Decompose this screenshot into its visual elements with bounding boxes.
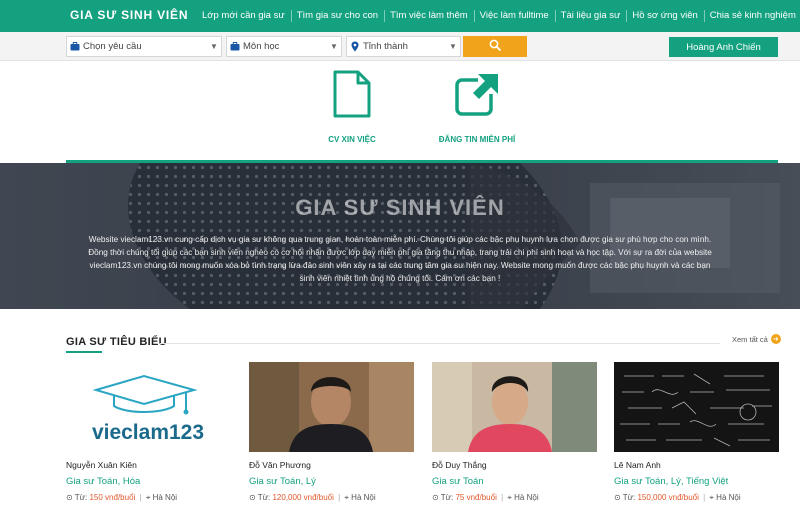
tutor-fee: 150 vnđ/buổi (89, 493, 136, 502)
vieclam123-logo-text: vieclam123 (92, 421, 204, 444)
search-button[interactable] (463, 36, 527, 57)
fee-label: Từ: (257, 493, 271, 502)
nav-part-time-jobs[interactable]: Tìm việc làm thêm (384, 0, 474, 32)
fee-label: Từ: (622, 493, 636, 502)
tutor-location: Hà Nội (351, 493, 376, 502)
external-link-icon (422, 70, 532, 123)
briefcase-icon (67, 42, 83, 51)
chevron-down-icon: ▼ (210, 42, 218, 51)
see-all-label: Xem tất cả (732, 334, 768, 344)
tutor-subjects: Gia sư Toán, Hóa (66, 476, 141, 487)
post-job-action-label: ĐĂNG TIN MIỄN PHÍ (438, 135, 516, 144)
nav-candidate-profiles[interactable]: Hồ sơ ứng viên (626, 0, 703, 32)
price-icon: ⊙ (432, 493, 439, 502)
tutor-card[interactable]: vieclam123 Nguyễn Xuân Kiên Gia sư Toán,… (66, 362, 231, 503)
tutor-meta: ⊙ Từ: 150,000 vnđ/buổi | ⌖ Hà Nội (614, 493, 779, 503)
location-icon: ⌖ (344, 493, 349, 502)
search-bar: Chọn yêu cầu ▼ Môn học ▼ Tỉnh thành ▼ Ho… (0, 32, 800, 61)
tutor-fee: 120,000 vnđ/buổi (272, 493, 334, 502)
tutor-subjects: Gia sư Toán, Lý, Tiếng Việt (614, 476, 729, 487)
tutor-fee: 150,000 vnđ/buổi (637, 493, 699, 502)
location-icon: ⌖ (145, 493, 151, 502)
hero-title: GIA SƯ SINH VIÊN (295, 195, 505, 220)
separator: | (338, 493, 341, 502)
post-job-action[interactable]: ĐĂNG TIN MIỄN PHÍ (422, 70, 532, 144)
nav-find-tutor[interactable]: Tìm gia sư cho con (290, 0, 384, 32)
cv-action[interactable]: CV XIN VIỆC (297, 70, 407, 144)
separator: | (501, 493, 504, 502)
cv-action-label: CV XIN VIỆC (328, 135, 376, 144)
tutor-name[interactable]: Nguyễn Xuân Kiên (66, 460, 231, 470)
nav-fulltime-jobs[interactable]: Việc làm fulltime (473, 0, 555, 32)
tutor-subjects: Gia sư Toán, Lý (249, 476, 316, 487)
province-select-value: Tỉnh thành (363, 41, 408, 52)
fee-label: Từ: (440, 493, 454, 502)
tutor-card[interactable]: Đỗ Văn Phương Gia sư Toán, Lý ⊙ Từ: 120,… (249, 362, 414, 503)
nav-tutor-documents[interactable]: Tài liệu gia sư (554, 0, 627, 32)
province-select[interactable]: Tỉnh thành ▼ (346, 36, 461, 57)
tutor-photo[interactable] (614, 362, 779, 452)
fee-label: Từ: (74, 493, 88, 502)
nav-share-experience[interactable]: Chia sẻ kinh nghiệm (703, 0, 800, 32)
tutor-fee: 75 vnđ/buổi (455, 493, 497, 502)
hero-description: Website vieclam123.vn cung cấp dịch vụ g… (88, 235, 712, 283)
tutor-card[interactable]: Đỗ Duy Thắng Gia sư Toán ⊙ Từ: 75 vnđ/bu… (432, 362, 597, 503)
tutor-location: Hà Nội (514, 493, 539, 502)
tutor-subjects: Gia sư Toán (432, 476, 484, 487)
location-icon: ⌖ (709, 493, 714, 502)
site-logo[interactable]: GIA SƯ SINH VIÊN (70, 8, 188, 22)
see-all-link[interactable]: Xem tất cả ➜ (732, 334, 781, 344)
tutor-card[interactable]: Lê Nam Anh Gia sư Toán, Lý, Tiếng Việt ⊙… (614, 362, 779, 503)
tutor-photo[interactable] (249, 362, 414, 452)
tutor-meta: ⊙ Từ: 75 vnđ/buổi | ⌖ Hà Nội (432, 493, 597, 503)
chevron-down-icon: ▼ (449, 42, 457, 51)
arrow-right-icon: ➜ (770, 334, 781, 344)
document-icon (297, 70, 407, 123)
subject-select[interactable]: Môn học ▼ (226, 36, 342, 57)
price-icon: ⊙ (66, 493, 73, 502)
tutor-location: Hà Nội (716, 493, 741, 502)
nav-new-classes[interactable]: Lớp mới cần gia sư (196, 0, 291, 32)
tutor-location: Hà Nội (152, 493, 178, 502)
featured-tutors-heading: GIA SƯ TIÊU BIỂU (66, 336, 167, 353)
book-icon (227, 42, 243, 51)
section-heading-line (160, 343, 720, 344)
search-icon (489, 39, 501, 54)
tutor-name[interactable]: Lê Nam Anh (614, 460, 779, 470)
separator: | (139, 493, 142, 502)
requirement-select-value: Chọn yêu cầu (83, 41, 142, 52)
chevron-down-icon: ▼ (330, 42, 338, 51)
separator: | (703, 493, 706, 502)
price-icon: ⊙ (249, 493, 256, 502)
price-icon: ⊙ (614, 493, 621, 502)
tutor-photo[interactable]: vieclam123 (66, 362, 231, 452)
tutor-name[interactable]: Đỗ Văn Phương (249, 460, 414, 470)
tutor-meta: ⊙ Từ: 150 vnđ/buổi | ⌖ Hà Nội (66, 493, 231, 503)
main-menu: Lớp mới cần gia sư Tìm gia sư cho con Tì… (196, 0, 800, 32)
map-marker-icon (347, 41, 363, 52)
location-icon: ⌖ (507, 493, 512, 502)
hero-banner: GIA SƯ SINH VIÊN Website vieclam123.vn c… (0, 163, 800, 309)
requirement-select[interactable]: Chọn yêu cầu ▼ (66, 36, 222, 57)
top-navbar: GIA SƯ SINH VIÊN Lớp mới cần gia sư Tìm … (0, 0, 800, 32)
tutor-name[interactable]: Đỗ Duy Thắng (432, 460, 597, 470)
subject-select-value: Môn học (243, 41, 280, 52)
tutor-photo[interactable] (432, 362, 597, 452)
tutor-meta: ⊙ Từ: 120,000 vnđ/buổi | ⌖ Hà Nội (249, 493, 414, 503)
user-account-button[interactable]: Hoàng Anh Chiến (669, 37, 778, 57)
